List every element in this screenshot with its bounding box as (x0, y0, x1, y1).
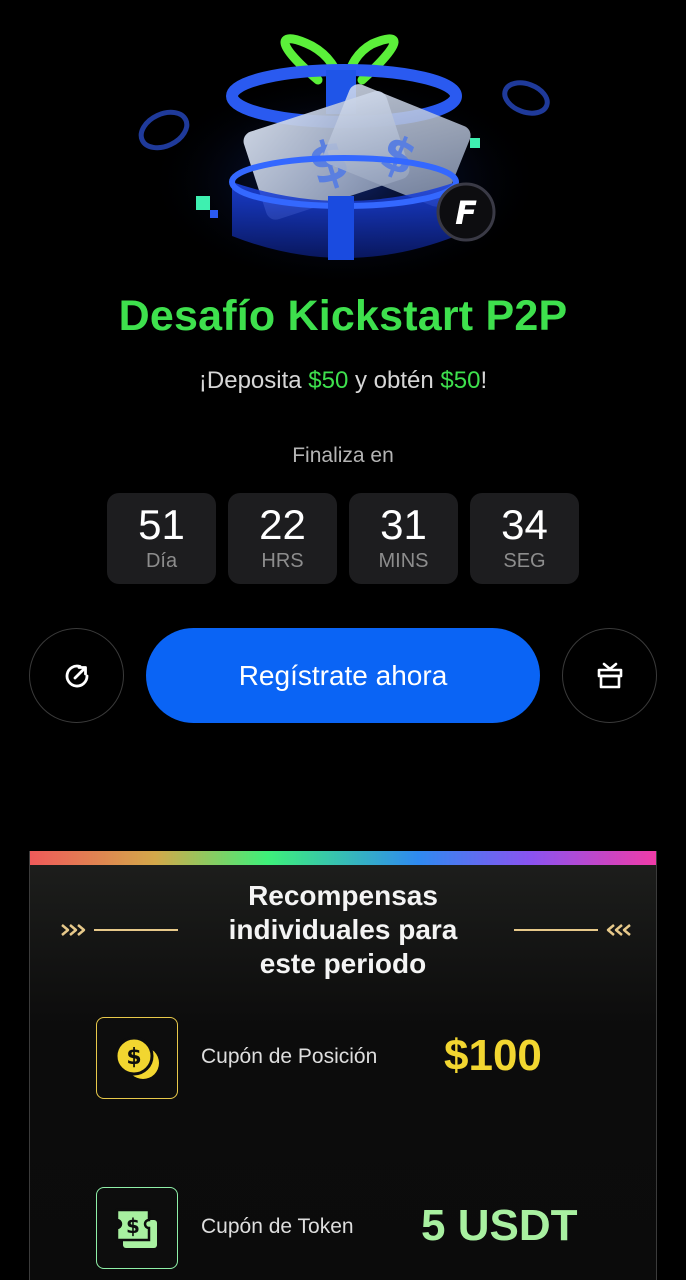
reward-icon-box: $ (96, 1017, 178, 1099)
gradient-bar (30, 851, 656, 865)
rewards-title-line: este periodo (259, 948, 427, 979)
reward-item: $ Cupón de Token 5 USDT (96, 1187, 636, 1271)
svg-text:F: F (455, 194, 477, 232)
share-button[interactable] (29, 628, 124, 723)
gift-button[interactable] (562, 628, 657, 723)
reward-amount: $50 (440, 367, 481, 394)
countdown-seconds: 34 SEG (470, 493, 579, 584)
register-now-button[interactable]: Regístrate ahora (146, 628, 540, 723)
chevron-decoration-icon (514, 924, 631, 936)
reward-icon-box: $ (96, 1187, 178, 1269)
reward-item: $ Cupón de Posición $100 (96, 1017, 636, 1101)
subtitle-text: ¡Deposita (198, 367, 309, 394)
rewards-title-line: Recompensas (248, 880, 438, 911)
reward-label: Cupón de Token (201, 1215, 354, 1238)
countdown-timer: 51 Día 22 HRS 31 MINS 34 SEG (107, 493, 579, 584)
deposit-amount: $50 (308, 367, 349, 394)
countdown-value: 51 (138, 501, 185, 548)
page: $ $ F Desafío Kickstart P2P ¡Deposita $5… (0, 0, 686, 1280)
subtitle-text: y obtén (348, 367, 441, 394)
countdown-value: 31 (380, 501, 427, 548)
promo-subtitle: ¡Deposita $50 y obtén $50! (0, 367, 686, 395)
subtitle-text: ! (480, 367, 488, 394)
ticket-dollar-icon: $ (115, 1208, 157, 1248)
coin-dollar-icon: $ (114, 1036, 159, 1079)
countdown-hours: 22 HRS (228, 493, 337, 584)
rewards-card: Recompensas individuales para este perio… (29, 851, 657, 1280)
countdown-unit: Día (145, 550, 178, 572)
page-title: Desafío Kickstart P2P (118, 292, 568, 340)
countdown-days: 51 Día (107, 493, 216, 584)
reward-label: Cupón de Posición (201, 1045, 378, 1068)
svg-text:$: $ (126, 1045, 141, 1070)
countdown-value: 34 (501, 501, 548, 548)
countdown-unit: SEG (503, 550, 546, 572)
countdown-minutes: 31 MINS (349, 493, 458, 584)
gift-icon (597, 662, 622, 688)
countdown-unit: MINS (378, 550, 429, 572)
svg-text:$: $ (126, 1214, 140, 1238)
countdown-value: 22 (259, 501, 306, 548)
countdown-unit: HRS (261, 550, 304, 572)
reward-value: 5 USDT (421, 1201, 578, 1250)
share-icon (65, 664, 88, 687)
hero-illustration: $ $ F (0, 0, 686, 290)
countdown-label: Finaliza en (292, 444, 394, 467)
reward-value: $100 (444, 1031, 542, 1080)
